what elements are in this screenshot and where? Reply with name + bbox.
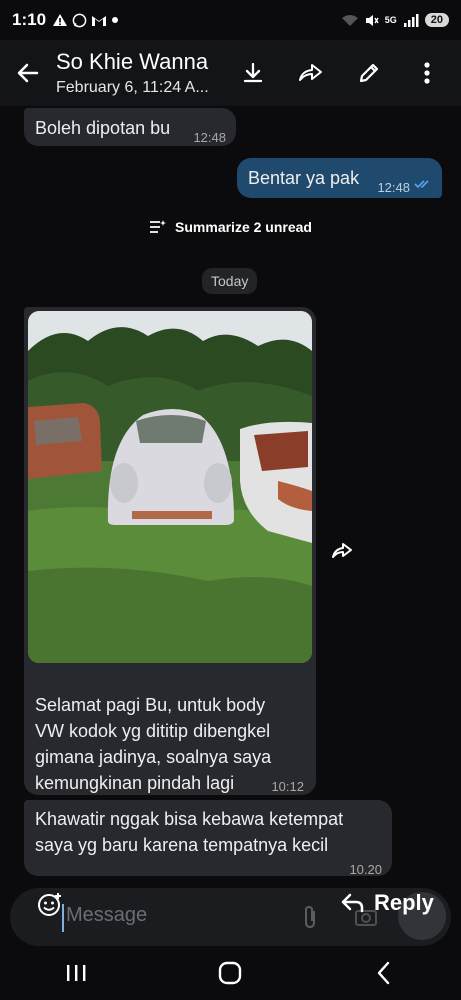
summarize-icon: [150, 220, 167, 233]
notification-icons: [52, 13, 119, 28]
mute-icon: [365, 14, 379, 26]
system-navigation-bar: [0, 946, 461, 1000]
edit-button[interactable]: [343, 47, 395, 99]
message-time: 12:48: [377, 180, 410, 195]
vw-beetle-photo[interactable]: [28, 311, 312, 663]
caption-line: VW kodok yg dititip dibengkel: [35, 721, 271, 741]
caption-line: Selamat pagi Bu, untuk body: [35, 695, 266, 715]
arrow-left-icon: [17, 63, 39, 83]
download-button[interactable]: [227, 47, 279, 99]
photo-caption: Selamat pagi Bu, untuk body VW kodok yg …: [35, 692, 311, 796]
message-time: 10.20: [349, 862, 382, 877]
header-subtitle: February 6, 11:24 A...: [56, 79, 209, 96]
message-placeholder: Message: [66, 904, 148, 926]
chat-header: So Khie Wanna February 6, 11:24 A...: [0, 40, 461, 106]
caption-line: gimana jadinya, soalnya saya: [35, 747, 272, 767]
signal-icon: [403, 13, 419, 27]
whatsapp-icon: [72, 13, 87, 27]
forward-icon: [332, 543, 352, 558]
header-actions: [227, 47, 461, 99]
recents-icon: [66, 965, 86, 981]
home-button[interactable]: [200, 953, 260, 993]
status-time: 1:10: [12, 10, 47, 29]
pencil-icon: [359, 63, 379, 83]
message-outgoing[interactable]: Bentar ya pak 12:48: [237, 158, 442, 198]
message-input[interactable]: Message: [62, 904, 282, 932]
chat-title-area[interactable]: So Khie Wanna February 6, 11:24 A...: [56, 49, 227, 97]
date-divider: Today: [202, 268, 258, 294]
message-text: Bentar ya pak: [248, 168, 360, 188]
message-incoming[interactable]: Khawatir nggak bisa kebawa ketempat saya…: [24, 800, 392, 877]
message-line: saya yg baru karena tempatnya kecil: [35, 835, 329, 855]
download-icon: [243, 62, 263, 83]
back-nav-button[interactable]: [354, 953, 414, 993]
battery-level: 20: [424, 13, 449, 27]
back-button[interactable]: [0, 45, 56, 101]
message-text: Boleh dipotan bu: [35, 118, 171, 138]
message-line: Khawatir nggak bisa kebawa ketempat: [35, 809, 344, 829]
attach-button[interactable]: [300, 905, 324, 929]
contact-name: So Khie Wanna: [56, 49, 209, 74]
status-bar: 1:10 5G 20: [0, 0, 461, 40]
paperclip-icon: [305, 905, 315, 929]
chevron-left-icon: [377, 961, 390, 985]
warning-icon: [53, 14, 68, 26]
message-time: 10:12: [271, 779, 304, 794]
reply-label: Reply: [374, 890, 434, 915]
message-text: Khawatir nggak bisa kebawa ketempat saya…: [35, 806, 343, 858]
network-type: 5G: [384, 15, 397, 25]
summarize-label: Summarize 2 unread: [175, 219, 312, 235]
message-photo[interactable]: Selamat pagi Bu, untuk body VW kodok yg …: [24, 307, 316, 795]
recent-apps-button[interactable]: [47, 953, 107, 993]
forward-photo-button[interactable]: [325, 534, 359, 568]
date-divider-label: Today: [211, 273, 249, 289]
caption-line: kemungkinan pindah lagi: [35, 773, 235, 793]
forward-icon: [299, 64, 322, 81]
reply-icon: [341, 893, 364, 913]
read-receipt-icon: [414, 180, 429, 189]
more-options-button[interactable]: [401, 47, 453, 99]
system-icons: 5G 20: [341, 13, 449, 27]
summarize-unread-button[interactable]: Summarize 2 unread: [0, 219, 461, 235]
gmail-icon: [92, 15, 107, 26]
home-icon: [219, 961, 242, 985]
dot-icon: [112, 17, 119, 23]
sticker-smile-icon: [38, 893, 61, 916]
wifi-icon: [341, 14, 358, 26]
forward-button[interactable]: [285, 47, 337, 99]
more-vertical-icon: [424, 62, 430, 84]
reply-button[interactable]: Reply: [340, 890, 434, 916]
message-incoming[interactable]: Boleh dipotan bu 12:48: [24, 108, 236, 146]
message-time: 12:48: [193, 130, 226, 145]
